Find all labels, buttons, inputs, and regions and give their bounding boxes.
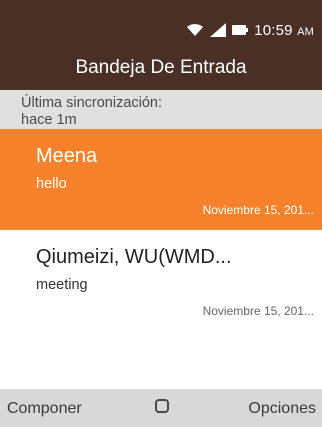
sync-time: hace 1m: [21, 112, 77, 128]
message-subject: hello: [36, 176, 67, 192]
message-sender: Meena: [36, 145, 98, 167]
message-item-selected[interactable]: Meena hello Noviembre 15, 201...: [0, 129, 322, 230]
message-date: Noviembre 15, 201...: [202, 304, 314, 318]
page-title: Bandeja De Entrada: [75, 57, 247, 78]
sync-status-bar: Última sincronización: hace 1m: [0, 90, 322, 129]
message-item[interactable]: Qiumeizi, WU(WMD... meeting Noviembre 15…: [0, 230, 322, 331]
clock: 10:59 AM: [254, 22, 314, 39]
app-header: 10:59 AM Bandeja De Entrada: [0, 0, 322, 90]
message-subject: meeting: [36, 277, 88, 293]
sync-label: Última sincronización:: [21, 95, 163, 111]
message-sender: Qiumeizi, WU(WMD...: [36, 246, 232, 268]
message-date: Noviembre 15, 201...: [202, 203, 314, 217]
select-square-icon[interactable]: [155, 399, 169, 413]
clock-time: 10:59: [254, 21, 293, 39]
clock-ampm: AM: [297, 25, 314, 38]
wifi-icon: [187, 23, 204, 36]
options-softkey[interactable]: Opciones: [248, 400, 316, 418]
battery-icon: [232, 25, 249, 35]
softkey-bar: Componer Opciones: [0, 389, 322, 427]
status-bar: 10:59 AM: [186, 21, 314, 39]
signal-icon: [210, 23, 227, 37]
compose-softkey[interactable]: Componer: [7, 400, 82, 418]
